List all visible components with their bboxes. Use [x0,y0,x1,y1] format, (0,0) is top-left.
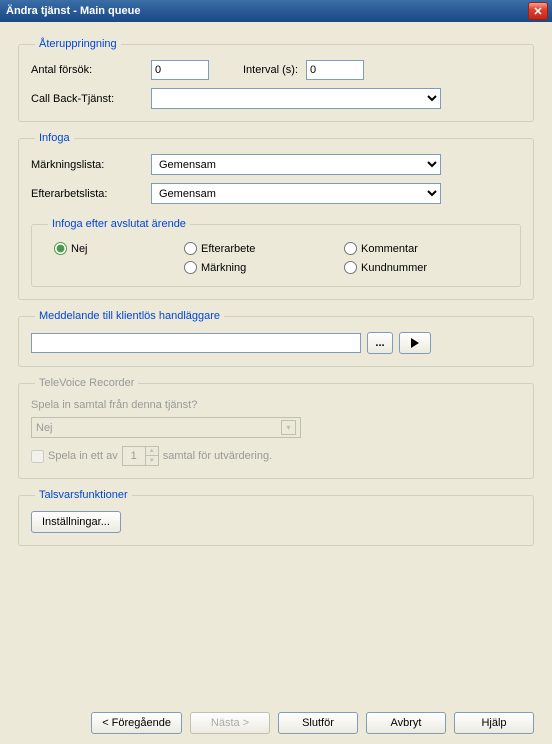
chevron-down-icon: ▼ [146,456,158,465]
group-legend: Infoga [35,132,74,144]
radio-nej[interactable]: Nej [54,242,184,255]
next-button: Nästa > [190,712,270,734]
label-chk-pre: Spela in ett av [48,450,118,462]
chevron-up-icon: ▲ [146,447,158,456]
label-markningslista: Märkningslista: [31,159,151,171]
group-meddelande: Meddelande till klientlös handläggare ..… [18,310,534,367]
group-legend: Talsvarsfunktioner [35,489,132,501]
group-recorder: TeleVoice Recorder Spela in samtal från … [18,377,534,479]
close-icon: ✕ [533,5,542,18]
label-chk-post: samtal för utvärdering. [163,450,272,462]
select-markningslista[interactable]: Gemensam [151,154,441,175]
group-talsvar: Talsvarsfunktioner Inställningar... [18,489,534,546]
radio-label: Nej [71,243,88,255]
radio-input-efterarbete[interactable] [184,242,197,255]
radio-input-kundnummer[interactable] [344,261,357,274]
input-meddelande[interactable] [31,333,361,353]
group-legend: Meddelande till klientlös handläggare [35,310,224,322]
help-button[interactable]: Hjälp [454,712,534,734]
chevron-down-icon: ▾ [281,420,296,435]
window-title: Ändra tjänst - Main queue [6,5,528,17]
group-legend: Återuppringning [35,38,121,50]
radio-label: Märkning [201,262,246,274]
input-antal[interactable] [151,60,209,80]
select-efterarbetslista[interactable]: Gemensam [151,183,441,204]
radio-label: Efterarbete [201,243,255,255]
radio-input-kommentar[interactable] [344,242,357,255]
dialog-body: Återuppringning Antal försök: Interval (… [0,22,552,744]
titlebar: Ändra tjänst - Main queue ✕ [0,0,552,22]
play-icon [411,338,419,348]
spinner-value: 1 [123,450,145,462]
group-infoga-efter: Infoga efter avslutat ärende Nej Efterar… [31,218,521,287]
select-recorder-disabled: Nej ▾ [31,417,301,438]
input-interval[interactable] [306,60,364,80]
radio-efterarbete[interactable]: Efterarbete [184,242,344,255]
label-efterarbetslista: Efterarbetslista: [31,188,151,200]
label-recorder-question: Spela in samtal från denna tjänst? [31,399,521,411]
checkbox-sample [31,450,44,463]
finish-button[interactable]: Slutför [278,712,358,734]
label-interval: Interval (s): [243,64,298,76]
spinner-sample: 1 ▲ ▼ [122,446,159,466]
content-area: Återuppringning Antal försök: Interval (… [18,38,534,704]
radio-input-nej[interactable] [54,242,67,255]
label-callback: Call Back-Tjänst: [31,93,151,105]
cancel-button[interactable]: Avbryt [366,712,446,734]
radio-input-markning[interactable] [184,261,197,274]
group-ateruppringning: Återuppringning Antal försök: Interval (… [18,38,534,122]
select-callback[interactable] [151,88,441,109]
label-antal: Antal försök: [31,64,151,76]
footer-buttons: < Föregående Nästa > Slutför Avbryt Hjäl… [18,704,534,734]
group-legend: Infoga efter avslutat ärende [48,218,190,230]
radio-kommentar[interactable]: Kommentar [344,242,504,255]
radio-label: Kundnummer [361,262,427,274]
close-button[interactable]: ✕ [528,2,548,20]
prev-button[interactable]: < Föregående [91,712,182,734]
browse-button[interactable]: ... [367,332,393,354]
radio-markning[interactable]: Märkning [184,261,344,274]
radio-kundnummer[interactable]: Kundnummer [344,261,504,274]
play-button[interactable] [399,332,431,354]
ellipsis-icon: ... [375,337,384,349]
installningar-button[interactable]: Inställningar... [31,511,121,533]
select-value: Nej [36,422,53,434]
radio-label: Kommentar [361,243,418,255]
group-infoga: Infoga Märkningslista: Gemensam Efterarb… [18,132,534,300]
group-legend: TeleVoice Recorder [35,377,138,389]
